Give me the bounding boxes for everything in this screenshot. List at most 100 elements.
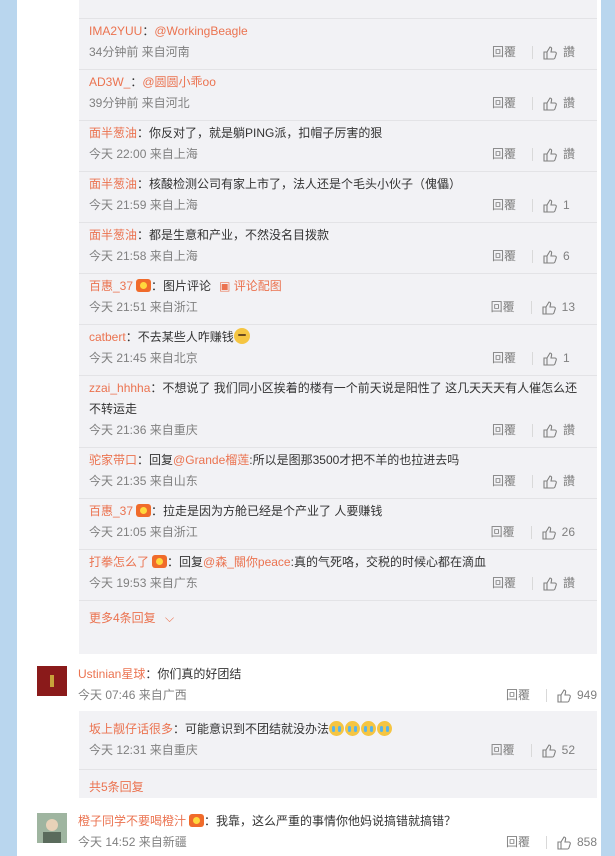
comment-text: 我靠，这么严重的事情你他妈说搞错就搞错？ bbox=[216, 814, 457, 828]
reply-button[interactable]: 回覆 bbox=[492, 42, 516, 63]
total-replies-link[interactable]: 共5条回复 bbox=[89, 780, 144, 794]
thumbs-up-icon[interactable] bbox=[543, 45, 557, 60]
reply-button[interactable]: 回覆 bbox=[492, 93, 516, 114]
divider bbox=[531, 475, 533, 488]
reply-time: 34分钟前 来自河南 bbox=[89, 45, 190, 59]
reply-button[interactable]: 回覆 bbox=[492, 471, 516, 492]
thumbs-up-icon[interactable] bbox=[557, 688, 571, 703]
reply-item: 面半葱油：都是生意和产业，不然没名目拨款 今天 21:58 来自上海 回覆 6 bbox=[79, 223, 597, 274]
mention-link[interactable]: @WorkingBeagle bbox=[154, 24, 247, 38]
crying-emoji-icon bbox=[377, 721, 393, 736]
reply-button[interactable]: 回覆 bbox=[506, 685, 530, 706]
thumbs-up-icon[interactable] bbox=[543, 249, 557, 264]
thumbs-up-icon[interactable] bbox=[543, 96, 557, 111]
image-icon[interactable]: ▣ bbox=[219, 279, 234, 293]
thumbs-up-icon[interactable] bbox=[542, 525, 556, 540]
separator: ： bbox=[137, 126, 150, 140]
comment-text: 你们真的好团结 bbox=[157, 667, 242, 681]
reply-button[interactable]: 回覆 bbox=[492, 420, 516, 441]
separator: ： bbox=[167, 555, 180, 569]
mention-link[interactable]: @圆圆小乖oo bbox=[142, 75, 216, 89]
reply-author[interactable]: zzai_hhhha bbox=[89, 381, 150, 395]
more-replies-link[interactable]: 更多4条回复 bbox=[89, 611, 156, 625]
separator: ： bbox=[130, 75, 143, 89]
comment-author[interactable]: Ustinian星球 bbox=[78, 667, 145, 681]
reply-author[interactable]: 驼家带口 bbox=[89, 453, 137, 467]
reply-author[interactable]: AD3W_ bbox=[89, 75, 130, 89]
divider bbox=[531, 97, 533, 110]
reply-author[interactable]: 面半葱油 bbox=[89, 126, 137, 140]
reply-button[interactable]: 回覆 bbox=[491, 740, 515, 761]
reply-text: :真的气死咯，交税的时候心都在滴血 bbox=[290, 555, 486, 569]
right-scroll-rail[interactable] bbox=[601, 0, 615, 856]
reply-text: 不想说了 我们同小区挨着的楼有一个前天说是阳性了 这几天天天有人催怎么还不转运走 bbox=[89, 381, 578, 416]
separator: ： bbox=[150, 381, 163, 395]
reply-button[interactable]: 回覆 bbox=[491, 297, 515, 318]
reply-author[interactable]: 面半葱油 bbox=[89, 228, 137, 242]
reply-author[interactable]: 打拳怎么了 bbox=[89, 555, 149, 569]
reply-item: 面半葱油：核酸检测公司有家上市了，法人还是个毛头小伙子（傀儡） 今天 21:59 … bbox=[79, 172, 597, 223]
thumbs-up-icon[interactable] bbox=[543, 576, 557, 591]
reply-button[interactable]: 回覆 bbox=[506, 832, 530, 853]
reply-item: 百惠_37 ：拉走是因为方舱已经是个产业了 人要赚钱 今天 21:05 来自浙江 回覆… bbox=[79, 499, 597, 550]
reply-time: 今天 21:05 来自浙江 bbox=[89, 525, 198, 539]
thumbs-up-icon[interactable] bbox=[543, 351, 557, 366]
reply-button[interactable]: 回覆 bbox=[492, 573, 516, 594]
thumbs-up-icon[interactable] bbox=[542, 743, 556, 758]
reply-button[interactable]: 回覆 bbox=[492, 246, 516, 267]
reply-item: 打拳怎么了 ：回复@森_關你peace:真的气死咯，交税的时候心都在滴血 今天 19… bbox=[79, 550, 597, 601]
reply-author[interactable]: catbert bbox=[89, 330, 126, 344]
fan-badge-icon bbox=[136, 504, 152, 517]
reply-button[interactable]: 回覆 bbox=[492, 195, 516, 216]
reply-author[interactable]: 坂上靓仔话很多 bbox=[89, 722, 173, 736]
like-count: 讚 bbox=[562, 45, 575, 59]
chevron-down-icon[interactable]: ⌵ bbox=[165, 611, 174, 625]
reply-time: 今天 12:31 来自重庆 bbox=[89, 743, 198, 757]
divider bbox=[531, 46, 533, 59]
reply-text: 都是生意和产业，不然没名目拨款 bbox=[149, 228, 330, 242]
reply-item: catbert：不去某些人咋赚钱 今天 21:45 来自北京 回覆 1 bbox=[79, 325, 597, 376]
like-count: 讚 bbox=[562, 423, 575, 437]
thumbs-up-icon[interactable] bbox=[557, 835, 571, 850]
mention-link[interactable]: @森_關你peace bbox=[203, 555, 291, 569]
replies-panel: IMA2YUU：@WorkingBeagle 34分钟前 来自河南 回覆讚 AD3W_… bbox=[79, 0, 597, 654]
thumbs-up-icon[interactable] bbox=[542, 300, 556, 315]
divider bbox=[531, 424, 533, 437]
divider bbox=[530, 744, 532, 757]
reply-text: :所以是图那3500才把不羊的也拉进去吗 bbox=[249, 453, 460, 467]
crying-emoji-icon bbox=[345, 721, 361, 736]
reply-text: 回复 bbox=[149, 453, 174, 467]
separator: ： bbox=[151, 279, 164, 293]
thumbs-up-icon[interactable] bbox=[543, 474, 557, 489]
reply-button[interactable]: 回覆 bbox=[492, 144, 516, 165]
divider bbox=[530, 301, 532, 314]
reply-text: 不去某些人咋赚钱 bbox=[137, 330, 234, 344]
divider bbox=[531, 148, 533, 161]
divider bbox=[532, 352, 533, 365]
like-count: 52 bbox=[561, 743, 575, 757]
reply-button[interactable]: 回覆 bbox=[492, 348, 516, 369]
reply-text: 你反对了，就是躺PING派，扣帽子厉害的狠 bbox=[149, 126, 383, 140]
reply-author[interactable]: 面半葱油 bbox=[89, 177, 137, 191]
mention-link[interactable]: @Grande榴莲 bbox=[173, 453, 249, 467]
crying-emoji-icon bbox=[329, 721, 345, 736]
avatar[interactable] bbox=[37, 813, 67, 843]
avatar[interactable] bbox=[37, 666, 67, 696]
thumbs-up-icon[interactable] bbox=[543, 423, 557, 438]
comment-image-link[interactable]: 评论配图 bbox=[234, 279, 282, 293]
comment-author[interactable]: 橙子同学不要喝橙汁 bbox=[78, 814, 186, 828]
reply-text: 图片评论 bbox=[163, 279, 212, 293]
separator: ： bbox=[142, 24, 155, 38]
reply-author[interactable]: IMA2YUU bbox=[89, 24, 142, 38]
reply-button[interactable]: 回覆 bbox=[491, 522, 515, 543]
separator: ： bbox=[173, 722, 186, 736]
reply-author[interactable]: 百惠_37 bbox=[89, 504, 133, 518]
thumbs-up-icon[interactable] bbox=[543, 147, 557, 162]
thumbs-up-icon[interactable] bbox=[543, 198, 557, 213]
reply-time: 今天 21:45 来自北京 bbox=[89, 351, 198, 365]
reply-time: 今天 22:00 来自上海 bbox=[89, 147, 198, 161]
separator: ： bbox=[204, 814, 217, 828]
reply-text: 回复 bbox=[179, 555, 204, 569]
reply-author[interactable]: 百惠_37 bbox=[89, 279, 133, 293]
reply-text: 可能意识到不团结就没办法 bbox=[185, 722, 330, 736]
